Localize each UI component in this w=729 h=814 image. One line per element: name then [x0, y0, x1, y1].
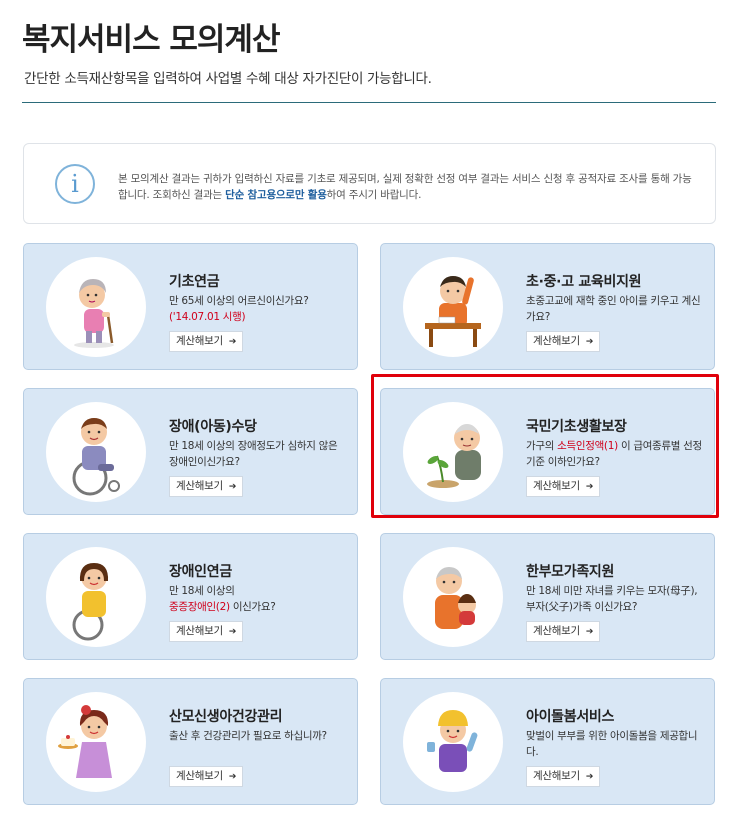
- card-title: 장애(아동)수당: [169, 419, 257, 435]
- card-disability-pension[interactable]: 장애인연금 만 18세 이상의 중증장애인(2) 이신가요? 계산해보기 ➔: [23, 533, 358, 660]
- card-disability-allowance[interactable]: 장애(아동)수당 만 18세 이상의 장애정도가 심하지 않은 장애인이신가요?…: [23, 388, 358, 515]
- calculate-button[interactable]: 계산해보기 ➔: [169, 621, 244, 642]
- wheelchair-boy-icon: [46, 402, 146, 502]
- calculate-button[interactable]: 계산해보기 ➔: [169, 766, 244, 787]
- card-description: 가구의 소득인정액(1) 이 급여종류별 선정기준 이하인가요?: [526, 440, 702, 468]
- chevron-right-icon: ➔: [585, 337, 594, 347]
- card-title: 국민기초생활보장: [526, 419, 627, 435]
- student-desk-icon: [403, 257, 503, 357]
- card-basic-livelihood[interactable]: 국민기초생활보장 가구의 소득인정액(1) 이 급여종류별 선정기준 이하인가요…: [380, 388, 715, 515]
- calculate-button[interactable]: 계산해보기 ➔: [526, 621, 601, 642]
- card-description: 만 65세 이상의 어르신이신가요? ('14.07.01 시행): [169, 295, 309, 323]
- page-subtitle: 간단한 소득재산항목을 입력하여 사업별 수혜 대상 자가진단이 가능합니다.: [24, 71, 432, 87]
- page-title: 복지서비스 모의계산: [22, 22, 280, 58]
- card-description-emphasis: 중증장애인(2): [169, 601, 230, 613]
- card-title: 산모신생아건강관리: [169, 709, 283, 725]
- calculate-button[interactable]: 계산해보기 ➔: [526, 331, 601, 352]
- elderly-man-plant-icon: [403, 402, 503, 502]
- card-title: 아이돌봄서비스: [526, 709, 615, 725]
- calculate-button[interactable]: 계산해보기 ➔: [169, 476, 244, 497]
- notice-emphasis: 단순 참고용으로만 활용: [225, 189, 327, 201]
- chevron-right-icon: ➔: [585, 482, 594, 492]
- card-maternal-newborn-care[interactable]: 산모신생아건강관리 출산 후 건강관리가 필요로 하십니까? 계산해보기 ➔: [23, 678, 358, 805]
- card-education-support[interactable]: 초·중·고 교육비지원 초중고교에 재학 중인 아이를 키우고 계신가요? 계산…: [380, 243, 715, 370]
- child-yellow-hat-icon: [403, 692, 503, 792]
- card-description: 출산 후 건강관리가 필요로 하십니까?: [169, 730, 327, 742]
- chevron-right-icon: ➔: [585, 627, 594, 637]
- notice-text: 본 모의계산 결과는 귀하가 입력하신 자료를 기초로 제공되며, 실제 정확한…: [118, 173, 692, 201]
- elderly-woman-cane-icon: [46, 257, 146, 357]
- card-description: 맞벌이 부부를 위한 아이돌봄을 제공합니다.: [526, 730, 698, 758]
- card-basic-pension[interactable]: 기초연금 만 65세 이상의 어르신이신가요? ('14.07.01 시행) 계산…: [23, 243, 358, 370]
- card-description: 만 18세 미만 자녀를 키우는 모자(母子), 부자(父子)가족 이신가요?: [526, 585, 698, 613]
- card-title: 한부모가족지원: [526, 564, 615, 580]
- chevron-right-icon: ➔: [585, 772, 594, 782]
- card-title: 장애인연금: [169, 564, 232, 580]
- chevron-right-icon: ➔: [228, 337, 237, 347]
- card-title: 초·중·고 교육비지원: [526, 274, 642, 290]
- notice-box: i 본 모의계산 결과는 귀하가 입력하신 자료를 기초로 제공되며, 실제 정…: [23, 143, 716, 224]
- mother-cake-icon: [46, 692, 146, 792]
- calculate-button[interactable]: 계산해보기 ➔: [169, 331, 244, 352]
- card-description: 만 18세 이상의 중증장애인(2) 이신가요?: [169, 585, 276, 613]
- wheelchair-woman-icon: [46, 547, 146, 647]
- chevron-right-icon: ➔: [228, 482, 237, 492]
- card-description-emphasis: 소득인정액(1): [557, 440, 618, 452]
- card-description-emphasis: ('14.07.01 시행): [169, 311, 246, 323]
- card-single-parent-support[interactable]: 한부모가족지원 만 18세 미만 자녀를 키우는 모자(母子), 부자(父子)가…: [380, 533, 715, 660]
- info-icon: i: [55, 164, 95, 204]
- title-divider: [22, 102, 716, 103]
- chevron-right-icon: ➔: [228, 772, 237, 782]
- grandparent-child-icon: [403, 547, 503, 647]
- chevron-right-icon: ➔: [228, 627, 237, 637]
- calculate-button[interactable]: 계산해보기 ➔: [526, 476, 601, 497]
- card-description: 만 18세 이상의 장애정도가 심하지 않은 장애인이신가요?: [169, 440, 338, 468]
- card-title: 기초연금: [169, 274, 220, 290]
- card-childcare-service[interactable]: 아이돌봄서비스 맞벌이 부부를 위한 아이돌봄을 제공합니다. 계산해보기 ➔: [380, 678, 715, 805]
- card-description: 초중고교에 재학 중인 아이를 키우고 계신가요?: [526, 295, 701, 323]
- calculate-button[interactable]: 계산해보기 ➔: [526, 766, 601, 787]
